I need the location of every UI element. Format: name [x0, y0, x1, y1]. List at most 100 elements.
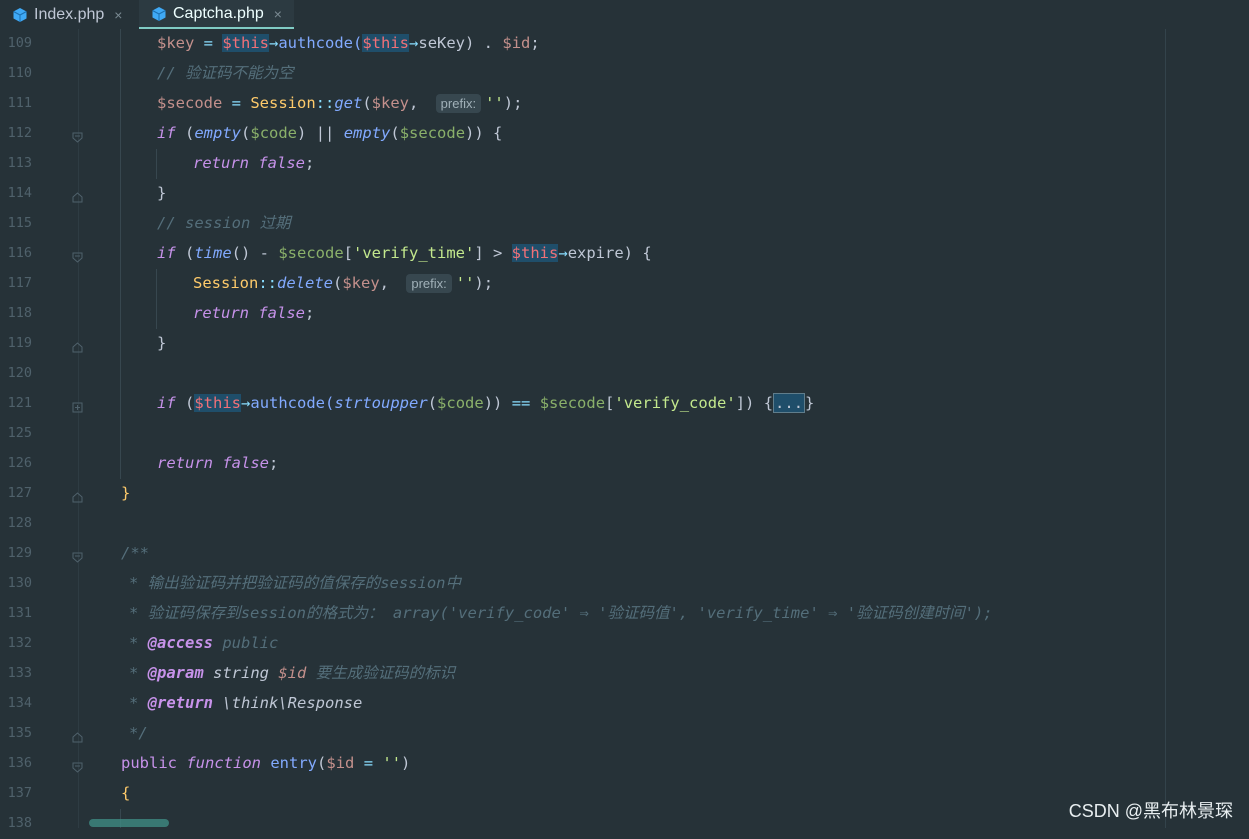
- line-number: 128: [7, 515, 32, 531]
- close-icon[interactable]: ×: [274, 6, 282, 22]
- line-number: 135: [7, 725, 32, 741]
- code-text[interactable]: if (empty($code) || empty($secode)) {: [157, 123, 502, 143]
- line-number: 134: [7, 695, 32, 711]
- close-icon[interactable]: ×: [114, 7, 122, 23]
- line-number: 114: [7, 185, 32, 201]
- code-comment[interactable]: // session 过期: [157, 213, 291, 233]
- code-text[interactable]: }: [157, 333, 166, 353]
- code-text[interactable]: }: [121, 483, 130, 503]
- line-number: 137: [7, 785, 32, 801]
- code-line[interactable]: 136 public function entry($id = ''): [0, 749, 1249, 779]
- code-text[interactable]: public function entry($id = ''): [121, 753, 410, 773]
- code-text[interactable]: $key = $this→authcode($this→seKey) . $id…: [157, 33, 540, 53]
- code-text[interactable]: $secode = Session::get($key, prefix: '');: [157, 93, 522, 113]
- code-line[interactable]: 118 return false;: [0, 299, 1249, 329]
- fold-icon[interactable]: [72, 188, 83, 203]
- line-number: 109: [7, 35, 32, 51]
- code-line[interactable]: 138: [0, 809, 1249, 839]
- tab-label: Captcha.php: [173, 4, 264, 22]
- code-text[interactable]: return false;: [157, 453, 278, 473]
- code-editor[interactable]: 109 $key = $this→authcode($this→seKey) .…: [0, 29, 1249, 831]
- code-line[interactable]: 134 * @return \think\Response: [0, 689, 1249, 719]
- code-line[interactable]: 113 return false;: [0, 149, 1249, 179]
- code-line[interactable]: 114 }: [0, 179, 1249, 209]
- tab-captcha-php[interactable]: Captcha.php ×: [139, 0, 294, 29]
- line-number: 133: [7, 665, 32, 681]
- fold-expand-icon[interactable]: [72, 398, 83, 413]
- code-line[interactable]: 126 return false;: [0, 449, 1249, 479]
- line-number: 126: [7, 455, 32, 471]
- code-line[interactable]: 130 * 输出验证码并把验证码的值保存的session中: [0, 569, 1249, 599]
- line-number: 113: [7, 155, 32, 171]
- doc-comment[interactable]: */: [129, 723, 148, 743]
- code-line[interactable]: 135 */: [0, 719, 1249, 749]
- code-line[interactable]: 119 }: [0, 329, 1249, 359]
- line-number: 131: [7, 605, 32, 621]
- line-number: 112: [7, 125, 32, 141]
- line-number: 132: [7, 635, 32, 651]
- tab-label: Index.php: [34, 5, 105, 23]
- tab-index-php[interactable]: Index.php ×: [0, 0, 138, 29]
- line-number: 125: [7, 425, 32, 441]
- line-number: 120: [7, 365, 32, 381]
- code-comment[interactable]: // 验证码不能为空: [157, 63, 294, 83]
- doc-comment[interactable]: * @param string $id 要生成验证码的标识: [129, 663, 455, 683]
- folded-code-placeholder[interactable]: ...: [773, 393, 806, 413]
- line-number: 110: [7, 65, 32, 81]
- code-line[interactable]: 116 if (time() - $secode['verify_time'] …: [0, 239, 1249, 269]
- line-number: 130: [7, 575, 32, 591]
- code-line[interactable]: 121 if ($this→authcode(strtoupper($code)…: [0, 389, 1249, 419]
- line-number: 129: [7, 545, 32, 561]
- code-line[interactable]: 129 /**: [0, 539, 1249, 569]
- doc-comment[interactable]: * @return \think\Response: [129, 693, 362, 713]
- doc-comment[interactable]: * @access public: [129, 633, 278, 653]
- line-number: 111: [7, 95, 32, 111]
- code-text[interactable]: {: [121, 783, 130, 803]
- fold-icon[interactable]: [72, 248, 83, 263]
- code-line[interactable]: 133 * @param string $id 要生成验证码的标识: [0, 659, 1249, 689]
- code-line[interactable]: 112 if (empty($code) || empty($secode)) …: [0, 119, 1249, 149]
- parameter-hint: prefix:: [406, 274, 452, 293]
- code-line[interactable]: 109 $key = $this→authcode($this→seKey) .…: [0, 29, 1249, 59]
- code-line[interactable]: 132 * @access public: [0, 629, 1249, 659]
- parameter-hint: prefix:: [435, 94, 482, 113]
- code-text[interactable]: return false;: [193, 303, 314, 323]
- doc-comment[interactable]: * 输出验证码并把验证码的值保存的session中: [129, 573, 461, 593]
- fold-icon[interactable]: [72, 338, 83, 353]
- horizontal-scrollbar[interactable]: [89, 819, 169, 827]
- fold-icon[interactable]: [72, 758, 83, 773]
- code-line[interactable]: 117 Session::delete($key, prefix: '');: [0, 269, 1249, 299]
- code-line[interactable]: 111 $secode = Session::get($key, prefix:…: [0, 89, 1249, 119]
- line-number: 117: [7, 275, 32, 291]
- fold-icon[interactable]: [72, 548, 83, 563]
- code-line[interactable]: 125: [0, 419, 1249, 449]
- fold-icon[interactable]: [72, 728, 83, 743]
- code-line[interactable]: 128: [0, 509, 1249, 539]
- code-line[interactable]: 131 * 验证码保存到session的格式为： array('verify_c…: [0, 599, 1249, 629]
- code-line[interactable]: 115 // session 过期: [0, 209, 1249, 239]
- code-line[interactable]: 127 }: [0, 479, 1249, 509]
- line-number: 136: [7, 755, 32, 771]
- code-text[interactable]: }: [157, 183, 166, 203]
- doc-comment[interactable]: * 验证码保存到session的格式为： array('verify_code'…: [129, 603, 993, 623]
- line-number: 138: [7, 815, 32, 831]
- fold-icon[interactable]: [72, 128, 83, 143]
- line-number: 118: [7, 305, 32, 321]
- line-number: 127: [7, 485, 32, 501]
- code-text[interactable]: return false;: [193, 153, 314, 173]
- watermark: CSDN @黑布林景琛: [1068, 801, 1233, 821]
- doc-comment[interactable]: /**: [121, 543, 149, 563]
- php-file-icon: [12, 7, 28, 23]
- editor-tab-bar: Index.php × Captcha.php ×: [0, 0, 1249, 29]
- code-text[interactable]: Session::delete($key, prefix: '');: [193, 273, 493, 293]
- code-line[interactable]: 120: [0, 359, 1249, 389]
- line-number: 115: [7, 215, 32, 231]
- code-line[interactable]: 137 {: [0, 779, 1249, 809]
- line-number: 116: [7, 245, 32, 261]
- line-number: 119: [7, 335, 32, 351]
- line-number: 121: [7, 395, 32, 411]
- code-text[interactable]: if ($this→authcode(strtoupper($code)) ==…: [157, 393, 814, 413]
- code-line[interactable]: 110 // 验证码不能为空: [0, 59, 1249, 89]
- fold-icon[interactable]: [72, 488, 83, 503]
- code-text[interactable]: if (time() - $secode['verify_time'] > $t…: [157, 243, 652, 263]
